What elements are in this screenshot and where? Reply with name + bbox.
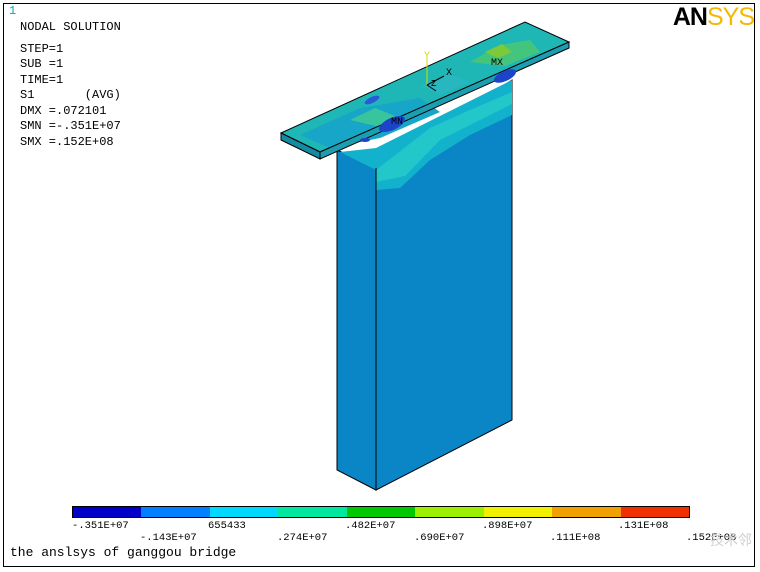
contour-legend-bar [72, 506, 690, 518]
legend-swatch [346, 507, 416, 517]
legend-tick-label: .690E+07 [414, 532, 465, 544]
min-stress-spot [360, 138, 370, 142]
fem-model-view[interactable]: Y X Z MX MN [0, 0, 760, 572]
plot-caption: the anslsys of ganggou bridge [10, 545, 237, 560]
legend-tick-label: -.143E+07 [140, 532, 197, 544]
legend-tick-label: -.351E+07 [72, 520, 129, 532]
min-marker: MN [391, 117, 403, 128]
axis-z-label: Z [431, 79, 437, 89]
legend-swatch [73, 507, 142, 517]
watermark: 技术邻 [710, 532, 752, 548]
axis-x-label: X [446, 68, 452, 79]
legend-tick-label: .898E+07 [482, 520, 533, 532]
legend-tick-label: .111E+08 [550, 532, 601, 544]
axis-y-label: Y [424, 51, 430, 62]
legend-swatch [209, 507, 279, 517]
legend-tick-label: 655433 [208, 520, 246, 532]
pier-left-face [336, 149, 377, 491]
legend-swatch [620, 507, 689, 517]
max-marker: MX [491, 58, 503, 69]
legend-swatch [483, 507, 553, 517]
legend-swatch [141, 507, 210, 517]
legend-tick-label: .482E+07 [345, 520, 396, 532]
legend-swatch [415, 507, 484, 517]
legend-swatch [278, 507, 347, 517]
legend-tick-label: .131E+08 [618, 520, 669, 532]
legend-tick-label: .274E+07 [277, 532, 328, 544]
legend-swatch [552, 507, 621, 517]
